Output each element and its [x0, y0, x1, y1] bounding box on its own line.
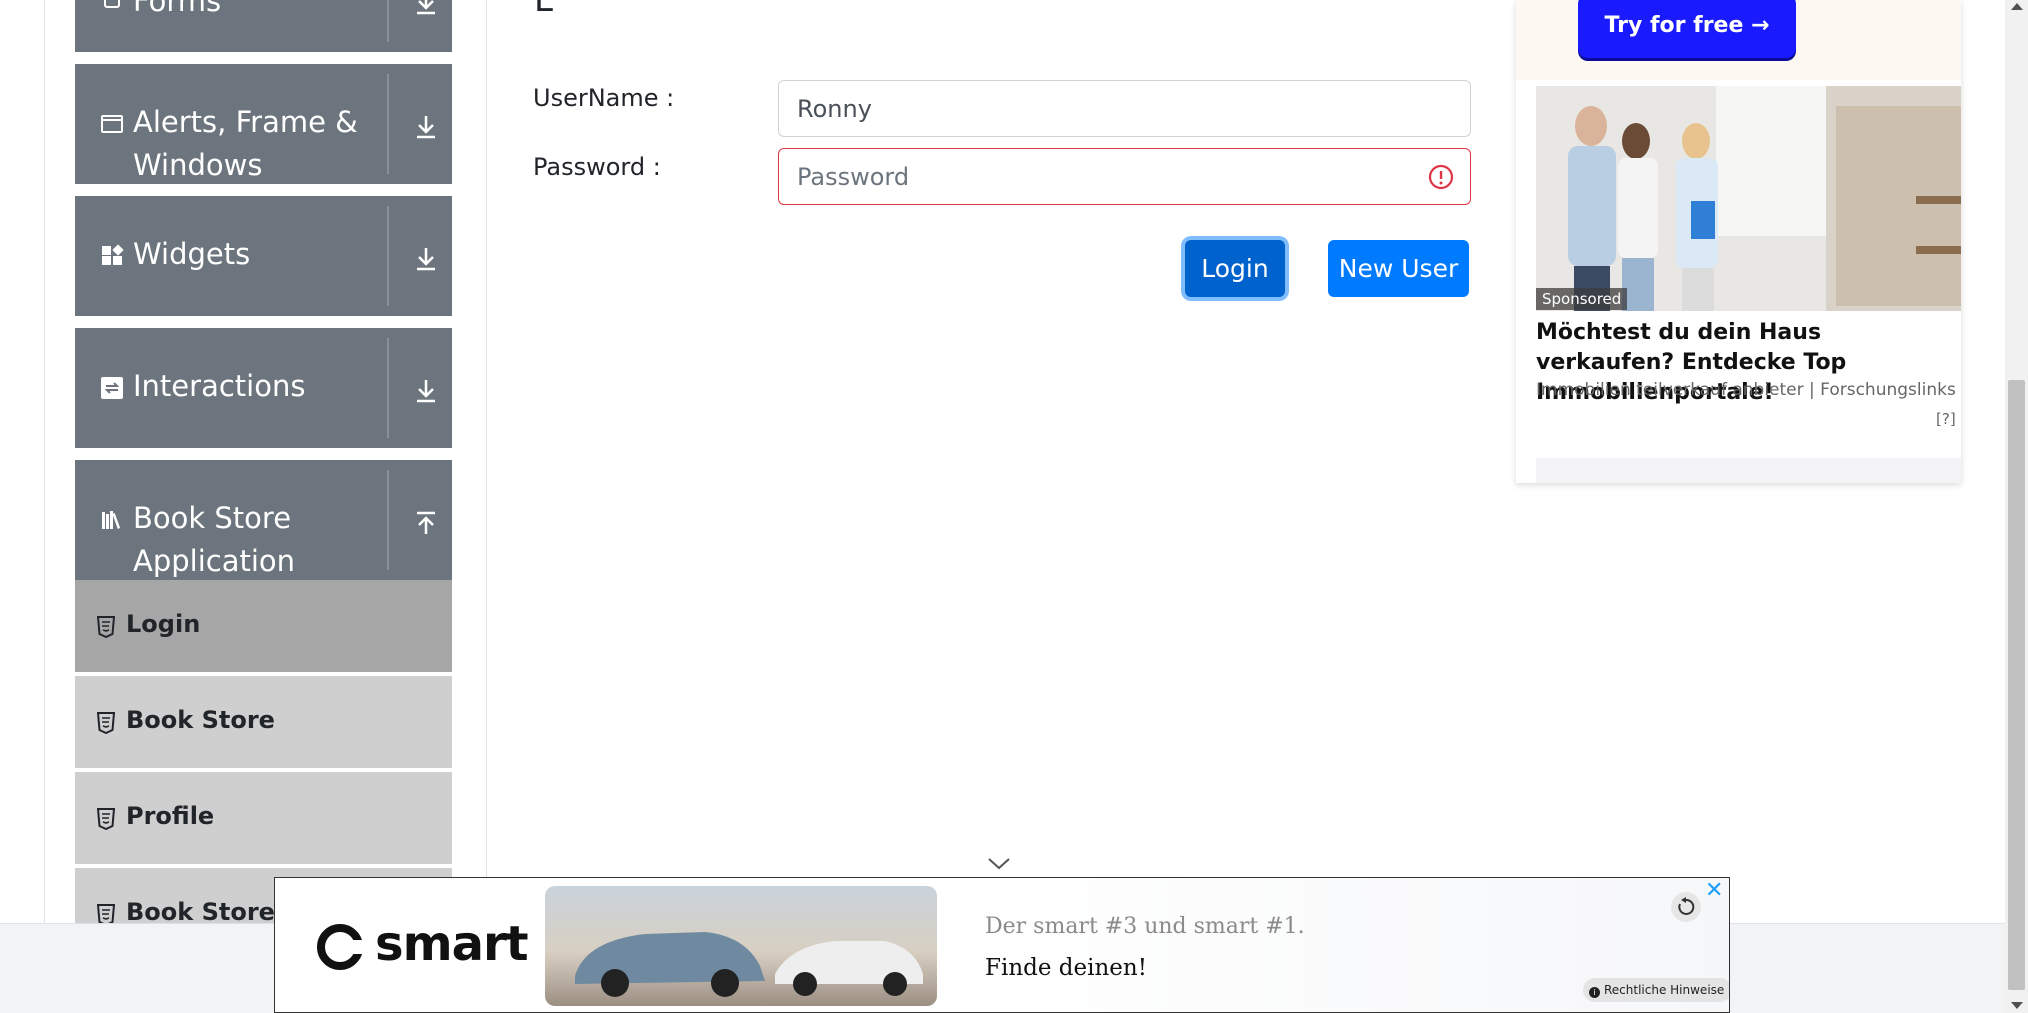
- group-label-book-store-line2: Application: [133, 544, 296, 578]
- group-label-book-store: Book Store: [133, 501, 292, 535]
- banner-headline: Der smart #3 und smart #1.: [985, 914, 1305, 939]
- html5-icon: [97, 808, 115, 830]
- try-for-free-button[interactable]: Try for free →: [1578, 0, 1796, 58]
- download-arrow-icon[interactable]: [411, 244, 441, 274]
- group-separator: [387, 206, 389, 306]
- password-label: Password :: [533, 153, 661, 181]
- scroll-down-arrow-icon[interactable]: [2011, 1002, 2023, 1009]
- vertical-scrollbar[interactable]: [2005, 0, 2028, 1013]
- car-photo[interactable]: [545, 886, 937, 1006]
- html5-icon: [97, 616, 115, 638]
- chevron-down-icon[interactable]: [986, 856, 1012, 872]
- info-icon: i: [1589, 987, 1600, 998]
- sidebar-item-login[interactable]: Login: [75, 580, 452, 674]
- widgets-icon: [102, 244, 124, 265]
- sidebar-item-label: Profile: [126, 802, 215, 830]
- ad-help-link[interactable]: [?]: [1936, 410, 1956, 428]
- group-label-alerts-line2: Windows: [133, 148, 263, 182]
- group-separator: [387, 0, 389, 42]
- bottom-banner-ad[interactable]: smart Der smart #3 und smart #1. Finde d…: [274, 877, 1730, 1013]
- books-icon: [102, 511, 121, 529]
- sidebar-item-profile[interactable]: Profile: [75, 772, 452, 866]
- group-label-interactions: Interactions: [133, 369, 306, 403]
- close-ad-button[interactable]: ✕: [1705, 880, 1723, 902]
- legal-notice-label: Rechtliche Hinweise: [1604, 983, 1725, 997]
- group-separator: [387, 470, 389, 570]
- ad-bottom-pattern: [1536, 458, 1961, 483]
- username-input[interactable]: [778, 80, 1471, 137]
- group-header-alerts-frame-windows[interactable]: Alerts, Frame & Windows: [75, 64, 452, 184]
- sidebar-item-book-store[interactable]: Book Store: [75, 676, 452, 770]
- window-icon: [101, 115, 123, 133]
- page-heading-partial: L: [534, 0, 553, 20]
- new-user-button[interactable]: New User: [1328, 240, 1469, 297]
- group-header-book-store-application[interactable]: Book Store Application: [75, 460, 452, 580]
- group-label-alerts: Alerts, Frame &: [133, 105, 358, 139]
- scroll-thumb[interactable]: [2008, 380, 2025, 990]
- scroll-up-arrow-icon[interactable]: [2011, 3, 2023, 10]
- username-label: UserName :: [533, 84, 675, 112]
- invalid-warning-icon: [1428, 164, 1454, 190]
- ad-photo[interactable]: [1536, 86, 1961, 311]
- sidebar-divider: [486, 0, 487, 923]
- sidebar-item-label: Login: [126, 610, 201, 638]
- group-separator: [387, 74, 389, 174]
- sidebar: Forms Alerts, Frame & Windows Widgets In…: [75, 0, 452, 923]
- download-arrow-icon[interactable]: [411, 376, 441, 406]
- replay-icon: [1678, 897, 1695, 915]
- group-header-interactions[interactable]: Interactions: [75, 328, 452, 448]
- document-icon: [104, 0, 120, 8]
- page-left-rule: [44, 0, 45, 923]
- brand-name: smart: [375, 916, 529, 972]
- html5-icon: [97, 712, 115, 734]
- download-arrow-icon[interactable]: [411, 0, 441, 18]
- sponsored-label: Sponsored: [1536, 288, 1628, 310]
- sponsored-ad-card[interactable]: Try for free → Sponsored Möchtest du dei…: [1516, 0, 1961, 483]
- password-input[interactable]: [778, 148, 1471, 205]
- login-button[interactable]: Login: [1185, 240, 1285, 297]
- replay-button[interactable]: [1671, 892, 1701, 922]
- legal-notice-button[interactable]: i Rechtliche Hinweise: [1583, 978, 1729, 1002]
- html5-icon: [97, 904, 115, 923]
- smart-logo-icon: [317, 924, 363, 970]
- download-arrow-icon[interactable]: [411, 112, 441, 142]
- group-header-forms[interactable]: Forms: [75, 0, 452, 52]
- group-label-widgets: Widgets: [133, 237, 251, 271]
- banner-cta-text[interactable]: Finde deinen!: [985, 955, 1147, 981]
- group-header-widgets[interactable]: Widgets: [75, 196, 452, 316]
- ad-subline[interactable]: Immobilien teilverkauf anbieter | Forsch…: [1536, 380, 1956, 400]
- upload-arrow-icon[interactable]: [411, 508, 441, 538]
- group-label-forms: Forms: [133, 0, 222, 18]
- group-separator: [387, 338, 389, 438]
- sidebar-item-label: Book Store: [126, 706, 275, 734]
- interactions-icon: [101, 377, 123, 399]
